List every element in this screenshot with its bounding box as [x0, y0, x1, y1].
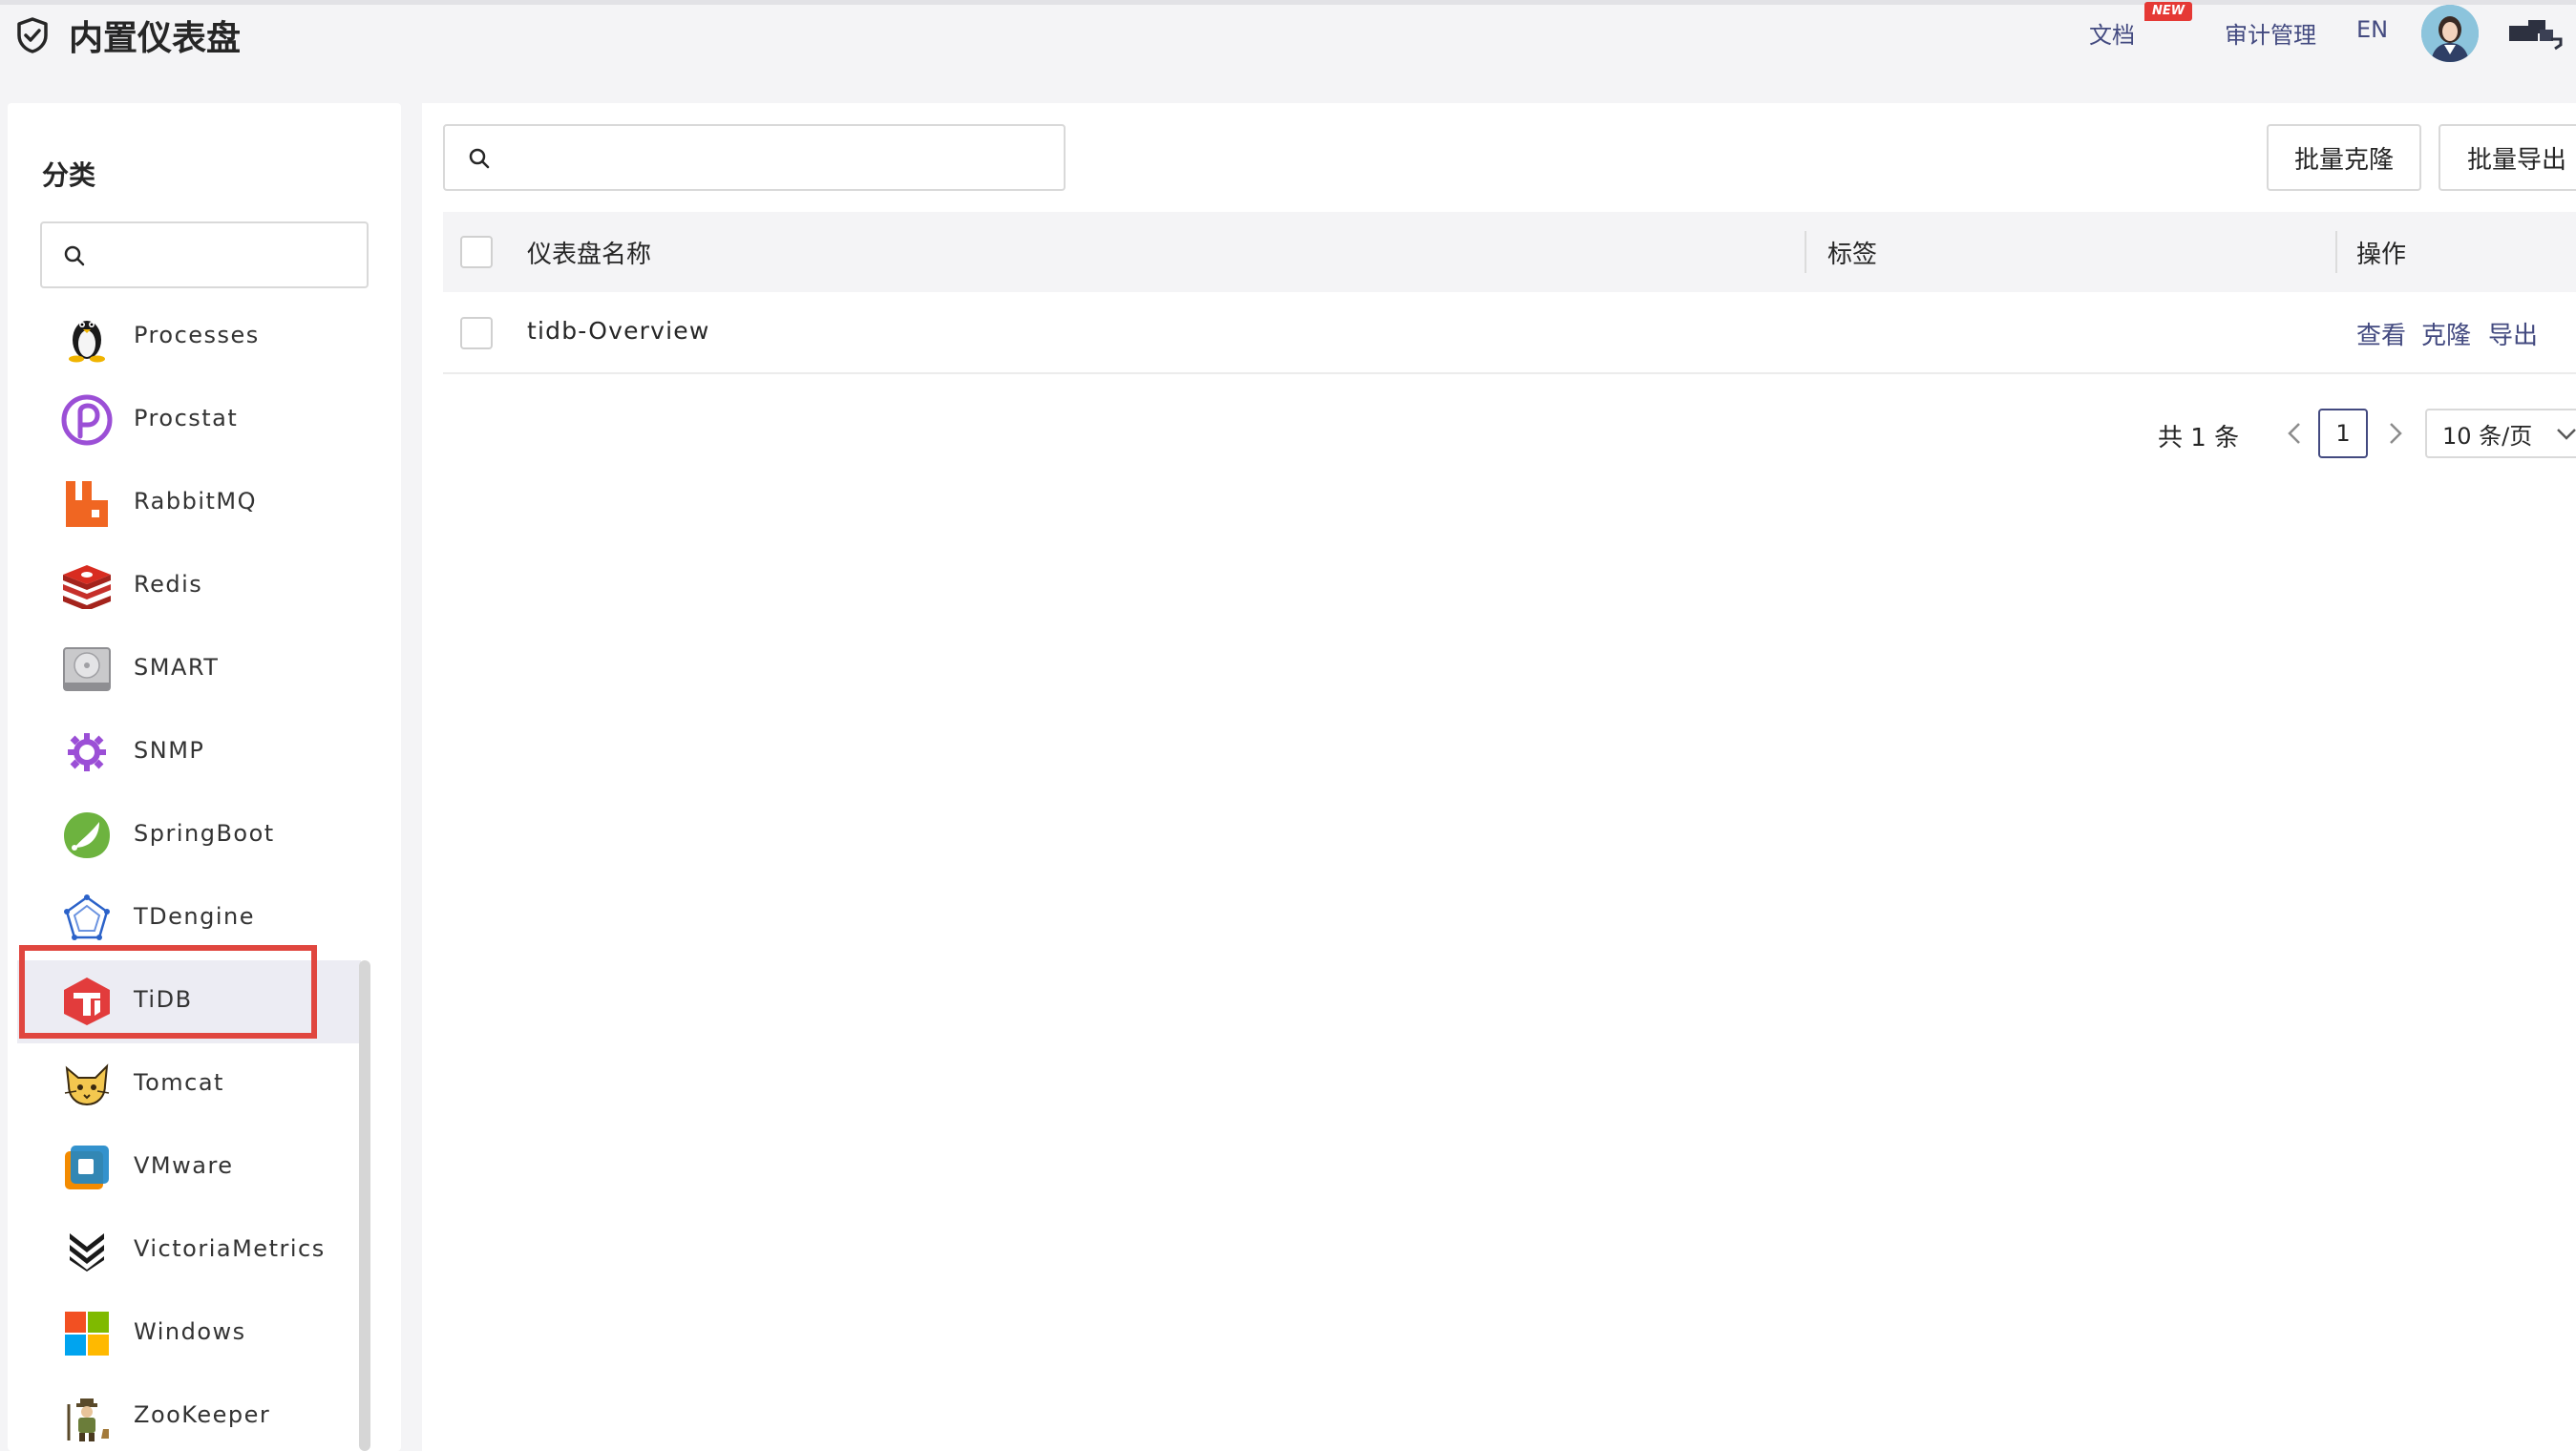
hard-disk-icon: [61, 643, 113, 695]
avatar[interactable]: [2421, 5, 2479, 62]
pagination-page-1[interactable]: 1: [2318, 409, 2368, 458]
select-all-checkbox[interactable]: [460, 236, 493, 268]
batch-clone-button[interactable]: 批量克隆: [2267, 124, 2421, 191]
app-header: 内置仪表盘 文档 NEW 审计管理 EN: [0, 2, 2576, 96]
shield-check-icon: [17, 17, 48, 53]
category-label: SpringBoot: [134, 820, 275, 847]
category-title: 分类: [42, 159, 96, 191]
tidb-icon: [61, 976, 113, 1027]
search-icon: [469, 148, 490, 169]
chevron-down-icon: [2557, 429, 2576, 440]
docs-link[interactable]: 文档: [2089, 16, 2135, 50]
sidebar-scrollbar[interactable]: [359, 960, 370, 1451]
table-row: tidb-Overview 查看 克隆 导出: [443, 292, 2576, 374]
user-account-icon[interactable]: [2507, 16, 2565, 51]
category-search-input[interactable]: [40, 221, 369, 288]
category-item-springboot[interactable]: SpringBoot: [17, 794, 361, 877]
main-panel: 批量克隆 批量导出 仪表盘名称 标签 操作 tidb-Overview 查看 克…: [422, 103, 2576, 1451]
linux-penguin-icon: [61, 311, 113, 363]
category-item-processes[interactable]: Processes: [17, 296, 361, 379]
page-size-value: 10 条/页: [2442, 422, 2533, 450]
windows-icon: [61, 1308, 113, 1359]
category-item-procstat[interactable]: Procstat: [17, 379, 361, 462]
batch-export-button[interactable]: 批量导出: [2439, 124, 2576, 191]
chevron-right-icon[interactable]: [2383, 418, 2406, 449]
export-link[interactable]: 导出: [2488, 316, 2538, 351]
column-header-tags: 标签: [1827, 241, 1878, 269]
category-label: Redis: [134, 571, 203, 598]
avatar-person-icon: [2421, 5, 2479, 62]
category-label: Processes: [134, 322, 260, 348]
redis-icon: [61, 560, 113, 612]
procstat-icon: [61, 394, 113, 446]
column-header-ops: 操作: [2356, 241, 2407, 269]
clone-link[interactable]: 克隆: [2421, 316, 2471, 351]
zookeeper-icon: [61, 1391, 113, 1442]
category-label: TDengine: [134, 903, 255, 930]
chevron-left-icon[interactable]: [2284, 418, 2307, 449]
dashboard-search-input[interactable]: [443, 124, 1066, 191]
category-item-rabbitmq[interactable]: RabbitMQ: [17, 462, 361, 545]
category-item-tdengine[interactable]: TDengine: [17, 877, 361, 960]
category-label: Procstat: [134, 405, 239, 431]
category-label: VictoriaMetrics: [134, 1235, 326, 1262]
category-label: Tomcat: [134, 1069, 224, 1096]
column-header-name: 仪表盘名称: [527, 241, 652, 269]
springboot-icon: [61, 810, 113, 861]
snmp-icon: [61, 726, 113, 778]
row-checkbox[interactable]: [460, 317, 493, 349]
category-item-snmp[interactable]: SNMP: [17, 711, 361, 794]
category-item-tomcat[interactable]: Tomcat: [17, 1043, 361, 1126]
search-icon: [64, 245, 85, 266]
category-item-vmware[interactable]: VMware: [17, 1126, 361, 1209]
category-item-tidb[interactable]: TiDB: [17, 960, 361, 1043]
column-divider: [2335, 231, 2337, 273]
pagination-total: 共 1 条: [2158, 424, 2240, 452]
table-header: 仪表盘名称 标签 操作: [443, 212, 2576, 292]
view-link[interactable]: 查看: [2356, 316, 2406, 351]
category-label: RabbitMQ: [134, 488, 257, 515]
category-item-redis[interactable]: Redis: [17, 545, 361, 628]
language-switch[interactable]: EN: [2356, 16, 2388, 43]
category-label: Windows: [134, 1318, 246, 1345]
dashboard-name: tidb-Overview: [527, 317, 710, 345]
tdengine-icon: [61, 893, 113, 944]
category-item-windows[interactable]: Windows: [17, 1293, 361, 1376]
category-sidebar: 分类 Processes Procstat RabbitMQ Redis SMA…: [8, 103, 401, 1451]
audit-management-link[interactable]: 审计管理: [2225, 16, 2316, 50]
victoriametrics-icon: [61, 1225, 113, 1276]
page-title: 内置仪表盘: [69, 19, 242, 58]
column-divider: [1805, 231, 1806, 273]
category-list: Processes Procstat RabbitMQ Redis SMART …: [17, 296, 361, 1451]
category-label: VMware: [134, 1152, 234, 1179]
category-item-zookeeper[interactable]: ZooKeeper: [17, 1376, 361, 1451]
vmware-icon: [61, 1142, 113, 1193]
page-size-select[interactable]: 10 条/页: [2425, 409, 2576, 458]
category-item-smart[interactable]: SMART: [17, 628, 361, 711]
tomcat-icon: [61, 1059, 113, 1110]
category-label: ZooKeeper: [134, 1401, 271, 1428]
rabbitmq-icon: [61, 477, 113, 529]
category-item-victoriametrics[interactable]: VictoriaMetrics: [17, 1209, 361, 1293]
category-label: TiDB: [134, 986, 193, 1013]
category-label: SMART: [134, 654, 220, 681]
category-label: SNMP: [134, 737, 205, 764]
new-badge: NEW: [2144, 2, 2192, 21]
